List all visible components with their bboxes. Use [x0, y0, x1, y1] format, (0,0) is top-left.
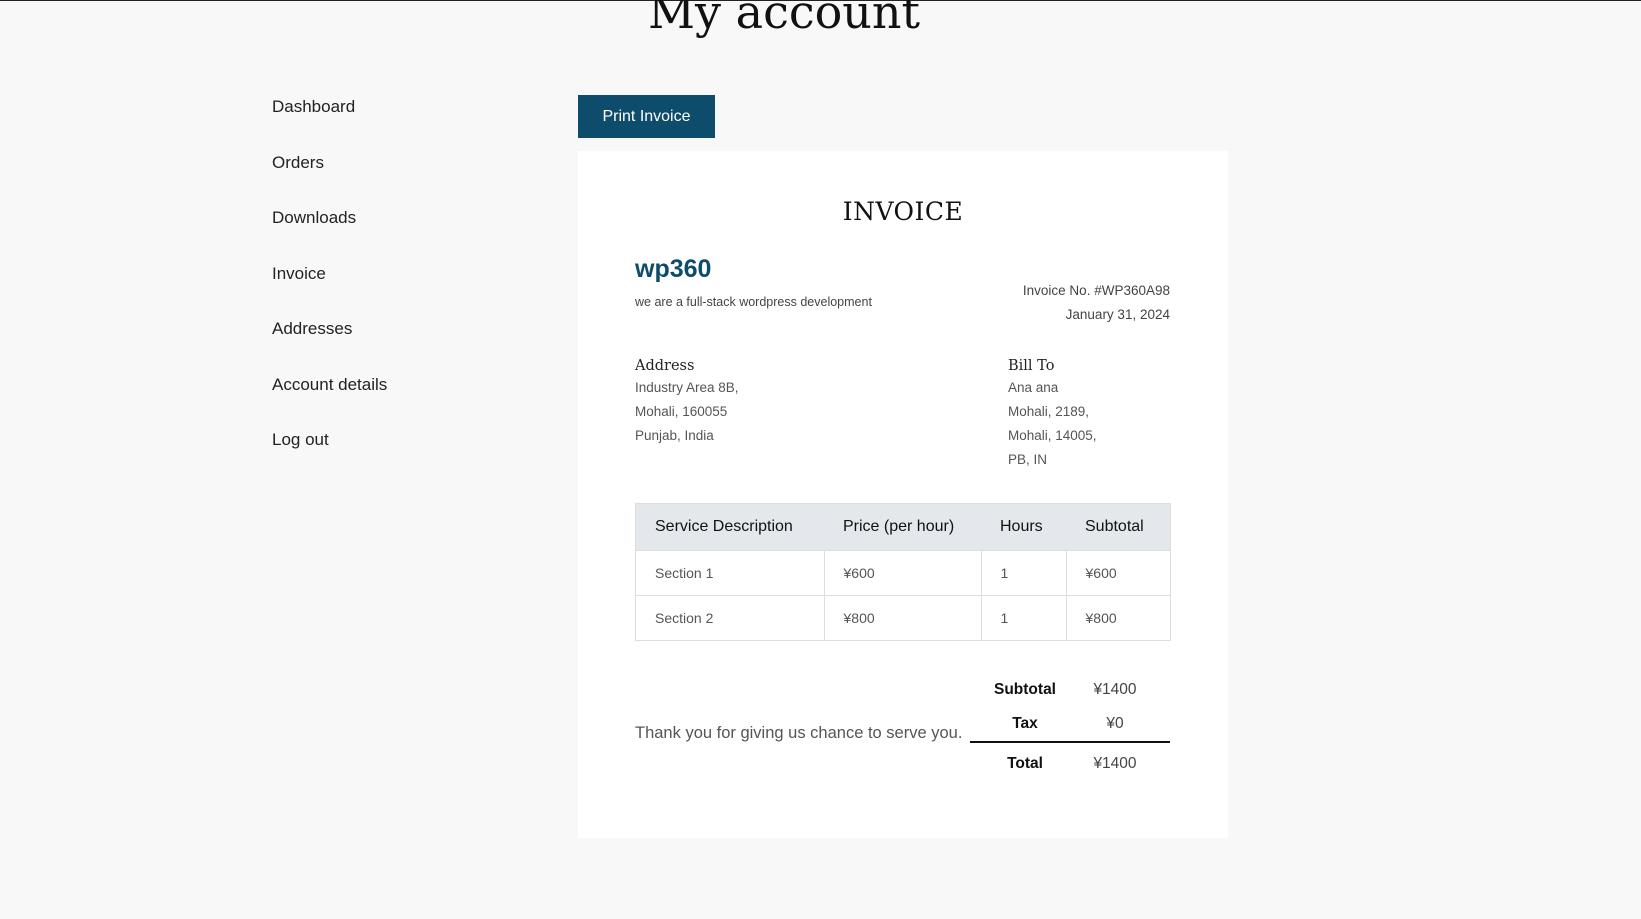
column-header-price: Price (per hour): [824, 503, 981, 551]
table-cell: ¥800: [1066, 595, 1171, 641]
table-row: Section 1 ¥600 1 ¥600: [635, 550, 1171, 596]
totals-divider: [970, 741, 1170, 743]
nav-item-orders[interactable]: Orders: [272, 152, 387, 174]
nav-item-addresses[interactable]: Addresses: [272, 318, 387, 340]
nav-item-log-out[interactable]: Log out: [272, 429, 387, 451]
invoice-date: January 31, 2024: [1065, 307, 1170, 322]
nav-item-account-details[interactable]: Account details: [272, 374, 387, 396]
brand-tagline: we are a full-stack wordpress developmen…: [635, 295, 872, 309]
address-line: Mohali, 160055: [635, 404, 728, 419]
print-invoice-button[interactable]: Print Invoice: [578, 95, 715, 138]
address-line: Industry Area 8B,: [635, 380, 739, 395]
total-value: ¥1400: [1093, 755, 1137, 772]
invoice-card: INVOICE wp360 we are a full-stack wordpr…: [578, 151, 1228, 838]
nav-item-dashboard[interactable]: Dashboard: [272, 96, 387, 118]
table-cell: Section 1: [635, 550, 825, 596]
bill-to-line: PB, IN: [1008, 452, 1048, 467]
brand-name: wp360: [635, 255, 712, 283]
table-cell: ¥600: [1066, 550, 1171, 596]
tax-value: ¥0: [1106, 715, 1124, 732]
table-row: Section 2 ¥800 1 ¥800: [635, 595, 1171, 641]
invoice-meta: Invoice No. #WP360A98 January 31, 2024: [1023, 279, 1170, 327]
table-cell: ¥600: [824, 550, 982, 596]
bill-to-title: Bill To: [1008, 358, 1055, 374]
address-title: Address: [635, 358, 695, 374]
column-header-service: Service Description: [635, 503, 824, 551]
subtotal-value: ¥1400: [1093, 681, 1137, 698]
tax-row: Tax ¥0: [970, 707, 1170, 741]
invoice-heading: INVOICE: [842, 197, 964, 226]
address-line: Punjab, India: [635, 428, 714, 443]
table-cell: Section 2: [635, 595, 825, 641]
account-navigation: Dashboard Orders Downloads Invoice Addre…: [272, 96, 387, 485]
page-title: My account: [647, 0, 921, 39]
column-header-hours: Hours: [981, 503, 1066, 551]
bill-to-address: Bill To Ana ana Mohali, 2189, Mohali, 14…: [1008, 358, 1097, 472]
invoice-items-table: Service Description Price (per hour) Hou…: [635, 503, 1171, 641]
bill-to-line: Mohali, 14005,: [1008, 428, 1097, 443]
total-row: Total ¥1400: [970, 747, 1170, 781]
subtotal-row: Subtotal ¥1400: [970, 673, 1170, 707]
table-cell: 1: [981, 550, 1067, 596]
bill-to-line: Mohali, 2189,: [1008, 404, 1090, 419]
nav-item-downloads[interactable]: Downloads: [272, 207, 387, 229]
total-label: Total: [1007, 755, 1043, 772]
subtotal-label: Subtotal: [994, 681, 1056, 698]
table-cell: 1: [981, 595, 1067, 641]
table-header-row: Service Description Price (per hour) Hou…: [635, 503, 1171, 551]
nav-item-invoice[interactable]: Invoice: [272, 263, 387, 285]
column-header-subtotal: Subtotal: [1066, 503, 1171, 551]
tax-label: Tax: [1012, 715, 1038, 732]
thank-you-note: Thank you for giving us chance to serve …: [635, 724, 963, 742]
bill-to-line: Ana ana: [1008, 380, 1059, 395]
seller-address: Address Industry Area 8B, Mohali, 160055…: [635, 358, 739, 448]
invoice-number: Invoice No. #WP360A98: [1022, 283, 1170, 298]
table-cell: ¥800: [824, 595, 982, 641]
totals-summary: Subtotal ¥1400 Tax ¥0 Total ¥1400: [970, 673, 1170, 781]
